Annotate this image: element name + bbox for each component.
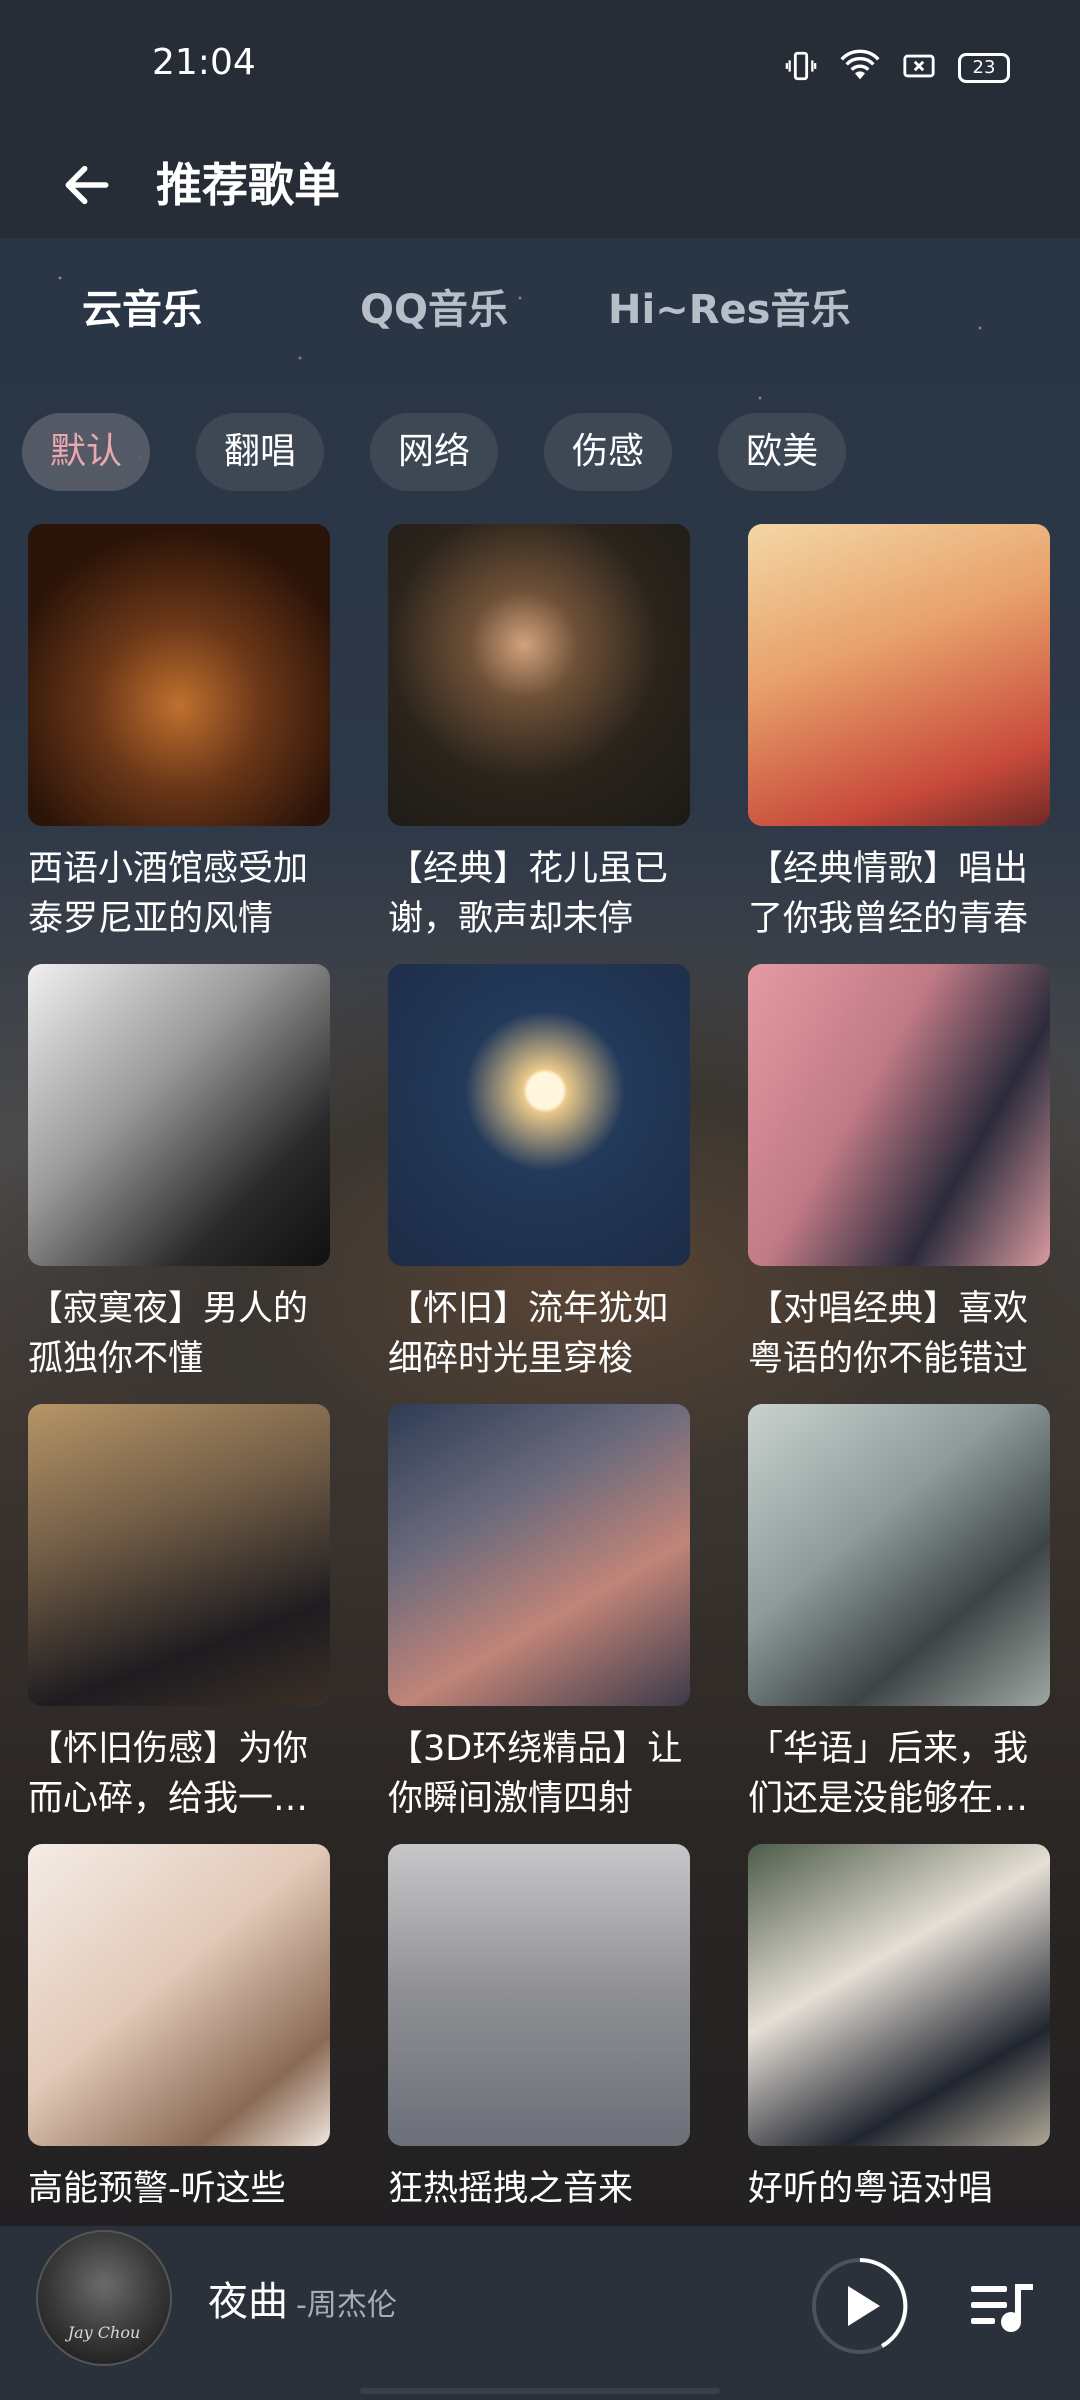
playlist-card[interactable]: 【怀旧伤感】为你而心碎，给我一个理由	[28, 1404, 330, 1824]
playlist-cover	[748, 964, 1050, 1266]
playlist-cover	[748, 1404, 1050, 1706]
arrow-back-icon	[65, 165, 109, 205]
playlist-card[interactable]: 【对唱经典】喜欢粤语的你不能错过	[748, 964, 1050, 1384]
playlist-title: 狂热摇拽之音来	[388, 2169, 634, 2209]
tab-hires-music[interactable]: Hi~Res音乐	[608, 270, 850, 350]
playlist-title: 【经典情歌】唱出了你我曾经的青春	[748, 849, 1029, 939]
chip-default[interactable]: 默认	[22, 413, 151, 491]
playlist-title: 西语小酒馆感受加泰罗尼亚的风情	[28, 849, 309, 939]
playlist-card[interactable]: 好听的粤语对唱	[748, 1844, 1050, 2214]
playlist-card[interactable]: 狂热摇拽之音来	[388, 1844, 690, 2214]
playlist-title: 【怀旧】流年犹如细碎时光里穿梭	[388, 1289, 669, 1379]
playlist-title: 【怀旧伤感】为你而心碎，给我一个理由	[28, 1729, 309, 1819]
playlist-cover	[28, 524, 330, 826]
vibrate-icon	[784, 49, 818, 87]
playlist-cover	[748, 1844, 1050, 2146]
playlist-title: 【3D环绕精品】让你瞬间激情四射	[388, 1729, 683, 1819]
mini-player[interactable]: Jay Chou 夜曲 -周杰伦	[0, 2226, 1080, 2400]
status-time: 21:04	[152, 42, 256, 83]
playlist-cover	[28, 964, 330, 1266]
playlist-card[interactable]: 【怀旧】流年犹如细碎时光里穿梭	[388, 964, 690, 1384]
source-tabs: 云音乐 QQ音乐 Hi~Res音乐	[0, 270, 1080, 350]
queue-music-icon	[971, 2284, 1033, 2332]
play-button[interactable]	[808, 2254, 912, 2358]
home-indicator	[360, 2388, 720, 2394]
song-title: 夜曲	[208, 2279, 288, 2325]
playlist-card[interactable]: 【经典】花儿虽已谢，歌声却未停	[388, 524, 690, 944]
playlist-title: 【经典】花儿虽已谢，歌声却未停	[388, 849, 669, 939]
playlist-cover	[388, 964, 690, 1266]
playlist-cover	[748, 524, 1050, 826]
cover-signature: Jay Chou	[67, 2323, 141, 2342]
sim-icon	[902, 51, 936, 85]
back-button[interactable]	[52, 150, 122, 220]
tab-cloud-music[interactable]: 云音乐	[82, 270, 202, 350]
playlist-cover	[28, 1404, 330, 1706]
playlist-title: 高能预警-听这些	[28, 2169, 286, 2209]
playlist-title: 【寂寞夜】男人的孤独你不懂	[28, 1289, 309, 1379]
status-bar: 21:04 23	[0, 0, 1080, 130]
status-icons: 23	[784, 48, 1010, 88]
playlist-cover	[28, 1844, 330, 2146]
playlist-card[interactable]: 西语小酒馆感受加泰罗尼亚的风情	[28, 524, 330, 944]
chip-western[interactable]: 欧美	[718, 413, 847, 491]
wifi-icon	[840, 49, 880, 87]
playlist-card[interactable]: 【寂寞夜】男人的孤独你不懂	[28, 964, 330, 1384]
chip-sad[interactable]: 伤感	[544, 413, 673, 491]
playlist-card[interactable]: 【经典情歌】唱出了你我曾经的青春	[748, 524, 1050, 944]
playlist-card[interactable]: 【3D环绕精品】让你瞬间激情四射	[388, 1404, 690, 1824]
chip-network[interactable]: 网络	[370, 413, 499, 491]
now-playing-cover[interactable]: Jay Chou	[36, 2230, 172, 2366]
playlist-title: 好听的粤语对唱	[748, 2169, 994, 2209]
page-title: 推荐歌单	[156, 158, 340, 212]
playlist-title: 「华语」后来，我们还是没能够在一起	[748, 1729, 1029, 1819]
battery-icon: 23	[958, 53, 1010, 83]
play-icon	[812, 2258, 908, 2354]
playlist-title: 【对唱经典】喜欢粤语的你不能错过	[748, 1289, 1029, 1379]
playlist-button[interactable]	[966, 2270, 1042, 2346]
playlist-grid: 西语小酒馆感受加泰罗尼亚的风情 【经典】花儿虽已谢，歌声却未停 【经典情歌】唱出…	[28, 524, 1052, 2224]
category-chips: 默认 翻唱 网络 伤感 欧美	[22, 413, 847, 493]
chip-cover[interactable]: 翻唱	[196, 413, 325, 491]
playlist-cover	[388, 1844, 690, 2146]
tab-qq-music[interactable]: QQ音乐	[360, 270, 508, 350]
playlist-card[interactable]: 「华语」后来，我们还是没能够在一起	[748, 1404, 1050, 1824]
playlist-cover	[388, 1404, 690, 1706]
playlist-cover	[388, 524, 690, 826]
app-bar: 推荐歌单	[0, 130, 1080, 238]
song-artist: -周杰伦	[296, 2288, 397, 2323]
playlist-card[interactable]: 高能预警-听这些	[28, 1844, 330, 2214]
